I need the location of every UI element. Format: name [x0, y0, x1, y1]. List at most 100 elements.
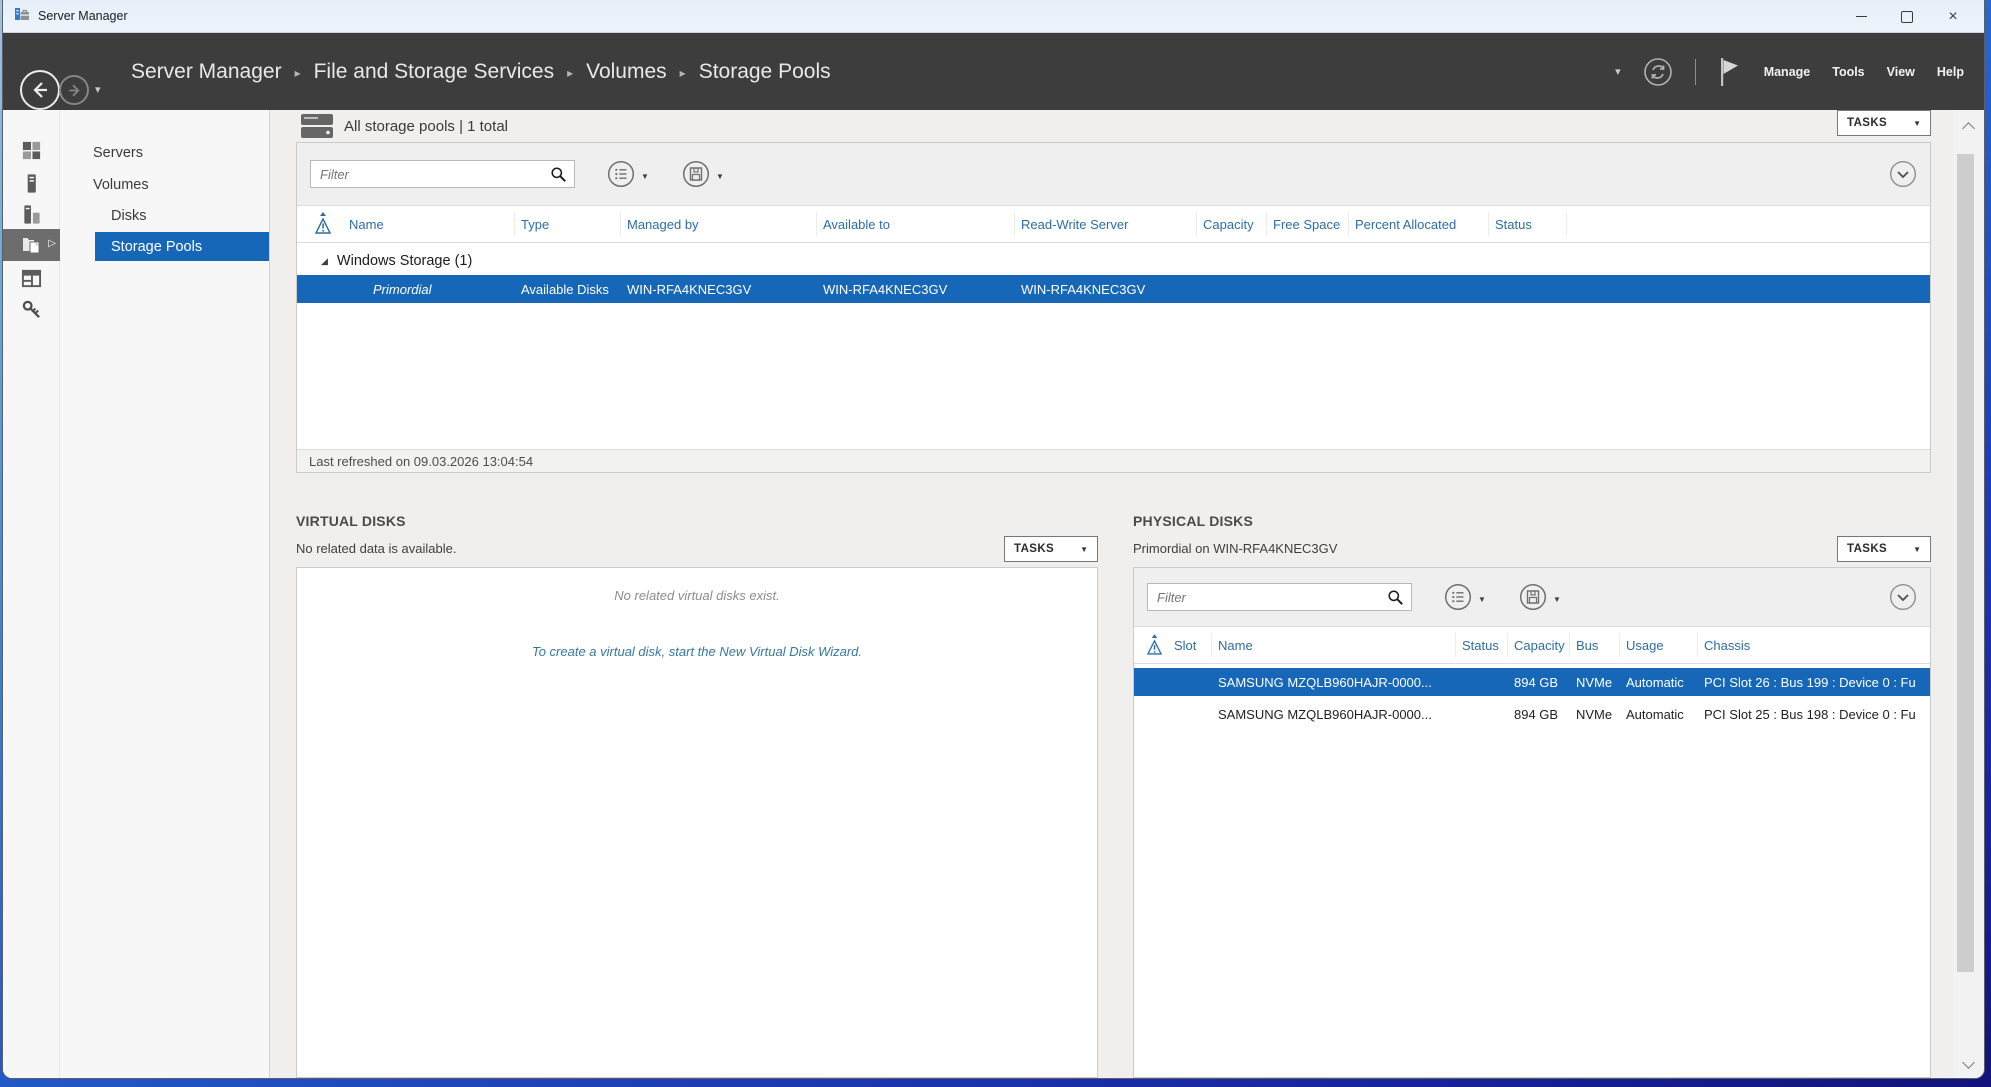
refresh-icon[interactable]	[1643, 57, 1673, 87]
filter-criteria-icon[interactable]	[1444, 583, 1472, 616]
sidebar-item-volumes[interactable]: Volumes	[60, 170, 270, 199]
sidebar-item-servers[interactable]: Servers	[60, 138, 270, 167]
breadcrumb-separator-icon: ▸	[680, 63, 686, 80]
sidebar-item-disks[interactable]: Disks	[60, 201, 270, 230]
pools-filter	[310, 160, 575, 188]
pools-status-bar: Last refreshed on 09.03.2026 13:04:54	[297, 449, 1930, 472]
physical-disks-table-header: Slot Name Status Capacity Bus Usage Chas…	[1134, 626, 1930, 664]
filter-criteria-caret[interactable]: ▼	[1478, 595, 1486, 604]
virtual-disks-subtitle: No related data is available.	[296, 541, 456, 556]
save-query-caret[interactable]: ▼	[1553, 595, 1561, 604]
new-virtual-disk-wizard-link[interactable]: To create a virtual disk, start the New …	[297, 644, 1097, 659]
storage-pools-panel: ▼ ▼ Name Type Managed by Available to Re…	[296, 142, 1931, 473]
tasks-caret-icon: ▼	[1913, 119, 1921, 128]
physical-disks-filter	[1147, 583, 1412, 611]
virtual-disks-panel: No related virtual disks exist. To creat…	[296, 567, 1098, 1078]
column-name[interactable]: Name	[343, 212, 515, 236]
scroll-down-icon[interactable]	[1953, 1050, 1984, 1074]
close-button[interactable]: ×	[1930, 0, 1976, 33]
nav-divider	[1695, 59, 1696, 85]
scrollbar-thumb[interactable]	[1957, 154, 1974, 972]
save-query-icon[interactable]	[1519, 583, 1547, 616]
breadcrumb-separator-icon: ▸	[295, 63, 301, 80]
breadcrumb-separator-icon: ▸	[567, 63, 573, 80]
server-manager-app-icon	[14, 6, 30, 27]
forward-button[interactable]	[59, 75, 89, 105]
filter-criteria-icon[interactable]	[607, 160, 635, 193]
column-status[interactable]: Status	[1456, 633, 1508, 657]
column-bus[interactable]: Bus	[1570, 633, 1620, 657]
filter-criteria-caret[interactable]: ▼	[641, 172, 649, 181]
dashboard-icon[interactable]	[3, 134, 60, 166]
breadcrumb-volumes[interactable]: Volumes	[586, 60, 667, 84]
server-manager-window: Server Manager × ▾ Server Manager ▸ File…	[2, 0, 1985, 1079]
physical-disks-title: PHYSICAL DISKS	[1133, 513, 1253, 529]
close-icon: ×	[1948, 9, 1957, 25]
storage-pool-icon	[300, 113, 334, 144]
back-button[interactable]	[20, 70, 60, 110]
file-storage-services-icon[interactable]: ▷	[3, 229, 60, 261]
flag-icon[interactable]	[1718, 56, 1742, 88]
column-available-to[interactable]: Available to	[817, 212, 1015, 236]
pools-toolbar: ▼ ▼	[297, 143, 1930, 206]
collapse-panel-icon[interactable]	[1889, 583, 1917, 616]
breadcrumb-storage-pools[interactable]: Storage Pools	[699, 60, 831, 84]
local-server-icon[interactable]	[3, 167, 60, 199]
pools-header: All storage pools | 1 total	[344, 118, 508, 135]
menu-tools[interactable]: Tools	[1832, 65, 1864, 79]
sub-navigation: Servers Volumes Disks Storage Pools	[60, 110, 270, 1078]
no-virtual-disks-text: No related virtual disks exist.	[297, 588, 1097, 603]
notifications-caret[interactable]: ▾	[1615, 65, 1621, 78]
table-row-disk-2[interactable]: SAMSUNG MZQLB960HAJR-0000... 894 GB NVMe…	[1134, 700, 1930, 728]
expander-icon[interactable]: ▷	[48, 238, 56, 249]
pools-filter-input[interactable]	[311, 167, 550, 182]
column-capacity[interactable]: Capacity	[1508, 633, 1570, 657]
column-chassis[interactable]: Chassis	[1698, 633, 1930, 657]
maximize-icon	[1901, 11, 1913, 23]
menu-manage[interactable]: Manage	[1764, 65, 1811, 79]
column-name[interactable]: Name	[1212, 633, 1456, 657]
minimize-button[interactable]	[1838, 0, 1884, 33]
search-icon[interactable]	[1387, 589, 1404, 606]
table-row-disk-1[interactable]: SAMSUNG MZQLB960HAJR-0000... 894 GB NVMe…	[1134, 668, 1930, 696]
alert-sort-column[interactable]	[297, 212, 343, 236]
menu-view[interactable]: View	[1887, 65, 1915, 79]
window-title: Server Manager	[38, 9, 128, 23]
breadcrumb-file-storage-services[interactable]: File and Storage Services	[314, 60, 554, 84]
group-expanded-icon[interactable]: ◢	[321, 256, 328, 267]
physical-disks-panel: ▼ ▼ Slot Name Status Capacity Bus Usage …	[1133, 567, 1931, 1078]
save-query-caret[interactable]: ▼	[716, 172, 724, 181]
collapse-panel-icon[interactable]	[1889, 160, 1917, 193]
history-dropdown-caret[interactable]: ▾	[95, 83, 101, 96]
services-icon[interactable]	[3, 262, 60, 294]
keys-icon[interactable]	[3, 293, 60, 325]
column-type[interactable]: Type	[515, 212, 621, 236]
breadcrumb-server-manager[interactable]: Server Manager	[131, 60, 282, 84]
column-percent-allocated[interactable]: Percent Allocated	[1349, 212, 1489, 236]
column-slot[interactable]: Slot	[1168, 633, 1212, 657]
vertical-scrollbar[interactable]	[1953, 110, 1984, 1078]
column-capacity[interactable]: Capacity	[1197, 212, 1267, 236]
group-row-windows-storage[interactable]: ◢ Windows Storage (1)	[297, 247, 1930, 275]
left-icon-strip: ▷	[3, 110, 60, 1078]
menu-help[interactable]: Help	[1937, 65, 1964, 79]
alert-sort-column[interactable]	[1134, 633, 1168, 657]
pools-tasks-button[interactable]: TASKS ▼	[1837, 110, 1931, 136]
physical-disks-filter-input[interactable]	[1148, 590, 1387, 605]
column-usage[interactable]: Usage	[1620, 633, 1698, 657]
scroll-up-icon[interactable]	[1953, 116, 1984, 140]
minimize-icon	[1856, 16, 1867, 18]
column-free-space[interactable]: Free Space	[1267, 212, 1349, 236]
sidebar-item-storage-pools[interactable]: Storage Pools	[95, 232, 269, 261]
column-rw-server[interactable]: Read-Write Server	[1015, 212, 1197, 236]
save-query-icon[interactable]	[682, 160, 710, 193]
physical-disks-tasks-button[interactable]: TASKS ▼	[1837, 536, 1931, 562]
column-managed-by[interactable]: Managed by	[621, 212, 817, 236]
column-status[interactable]: Status	[1489, 212, 1567, 236]
maximize-button[interactable]	[1884, 0, 1930, 33]
table-row-primordial[interactable]: Primordial Available Disks WIN-RFA4KNEC3…	[297, 275, 1930, 303]
virtual-disks-tasks-button[interactable]: TASKS ▼	[1004, 536, 1098, 562]
search-icon[interactable]	[550, 166, 567, 183]
physical-disks-subtitle: Primordial on WIN-RFA4KNEC3GV	[1133, 541, 1337, 556]
all-servers-icon[interactable]	[3, 198, 60, 230]
